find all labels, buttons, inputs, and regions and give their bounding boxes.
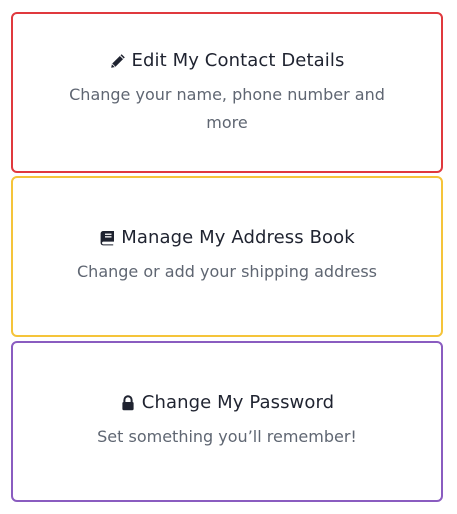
card-title-text: Edit My Contact Details [131, 50, 345, 71]
card-title: Manage My Address Book [99, 227, 355, 248]
pencil-icon [110, 53, 126, 69]
card-description: Change your name, phone number and more [69, 85, 385, 132]
card-title-text: Change My Password [141, 392, 335, 413]
card-description: Set something you’ll remember! [97, 427, 357, 446]
card-description: Change or add your shipping address [77, 262, 377, 281]
manage-address-book-card[interactable]: Manage My Address Book Change or add you… [11, 176, 443, 337]
card-title: Change My Password [120, 392, 334, 413]
book-icon [99, 230, 115, 246]
card-title-text: Manage My Address Book [121, 227, 355, 248]
lock-icon [120, 394, 136, 411]
card-title: Edit My Contact Details [110, 50, 345, 71]
change-password-card[interactable]: Change My Password Set something you’ll … [11, 341, 443, 502]
edit-contact-details-card[interactable]: Edit My Contact Details Change your name… [11, 12, 443, 173]
